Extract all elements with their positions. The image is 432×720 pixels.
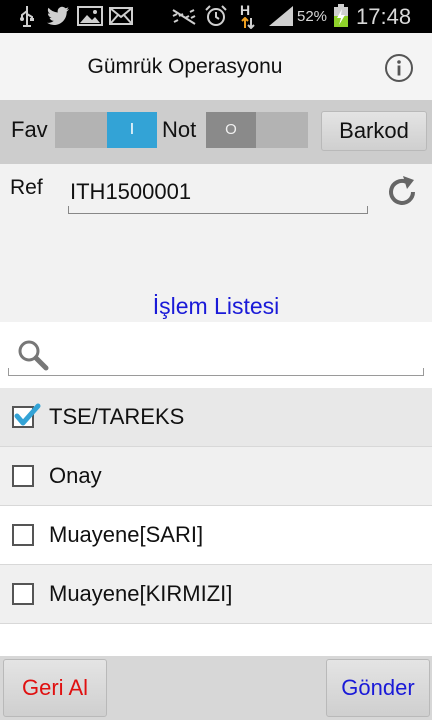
section-title: İşlem Listesi: [152, 293, 280, 319]
list-item-label: Muayene[SARI]: [49, 522, 204, 547]
list-item[interactable]: Muayene[KIRMIZI]: [0, 565, 432, 624]
checkbox[interactable]: [12, 524, 34, 546]
checkbox[interactable]: [12, 583, 34, 605]
list-item[interactable]: Muayene[SARI]: [0, 506, 432, 565]
fav-switch-knob: I: [107, 112, 157, 148]
barcode-button[interactable]: Barkod: [321, 111, 427, 151]
signal-icon: [266, 5, 296, 27]
alarm-icon: [203, 5, 229, 27]
not-label: Not: [162, 117, 197, 142]
list-item-label: Muayene[KIRMIZI]: [49, 581, 233, 606]
data-transfer-icon: [240, 16, 256, 30]
twitter-icon: [44, 5, 72, 27]
operation-list: TSE/TAREKS Onay Muayene[SARI] Muayene[KI…: [0, 388, 432, 624]
image-icon: [76, 5, 104, 27]
fav-label: Fav: [11, 117, 48, 142]
list-item[interactable]: TSE/TAREKS: [0, 388, 432, 447]
footer-bar: Geri Al Gönder: [0, 656, 432, 720]
not-switch-knob: O: [206, 112, 256, 148]
usb-icon: [14, 5, 40, 27]
battery-charging-icon: [332, 4, 350, 27]
search-input[interactable]: [8, 322, 424, 376]
search-icon: [16, 338, 50, 372]
search-input-edge-right: [423, 368, 424, 376]
action-bar: Gümrük Operasyonu: [0, 33, 432, 100]
checkbox[interactable]: [12, 465, 34, 487]
mail-icon: [108, 5, 134, 27]
status-bar: H 52% 17:48: [0, 0, 432, 33]
fav-switch[interactable]: I: [55, 112, 157, 148]
send-button[interactable]: Gönder: [326, 659, 430, 717]
not-switch[interactable]: O: [206, 112, 308, 148]
list-item-label: TSE/TAREKS: [49, 404, 185, 429]
refresh-icon[interactable]: [384, 174, 420, 210]
ref-label: Ref: [10, 176, 43, 199]
filter-toolbar: Fav I Not O Barkod: [0, 100, 432, 164]
ref-input-edge-left: [68, 206, 69, 214]
mute-icon: [170, 5, 198, 27]
search-bar: [0, 322, 432, 388]
list-item-label: Onay: [49, 463, 102, 488]
page-title: Gümrük Operasyonu: [87, 55, 283, 78]
checkbox[interactable]: [12, 403, 41, 428]
list-item[interactable]: Onay: [0, 447, 432, 506]
undo-button[interactable]: Geri Al: [3, 659, 107, 717]
ref-input-edge-right: [367, 206, 368, 214]
battery-percent: 52%: [297, 8, 328, 25]
list-empty-area: [0, 624, 432, 656]
search-input-edge-left: [8, 368, 9, 376]
info-icon[interactable]: [384, 53, 414, 83]
ref-input[interactable]: ITH1500001: [68, 172, 368, 214]
clock: 17:48: [356, 4, 412, 29]
